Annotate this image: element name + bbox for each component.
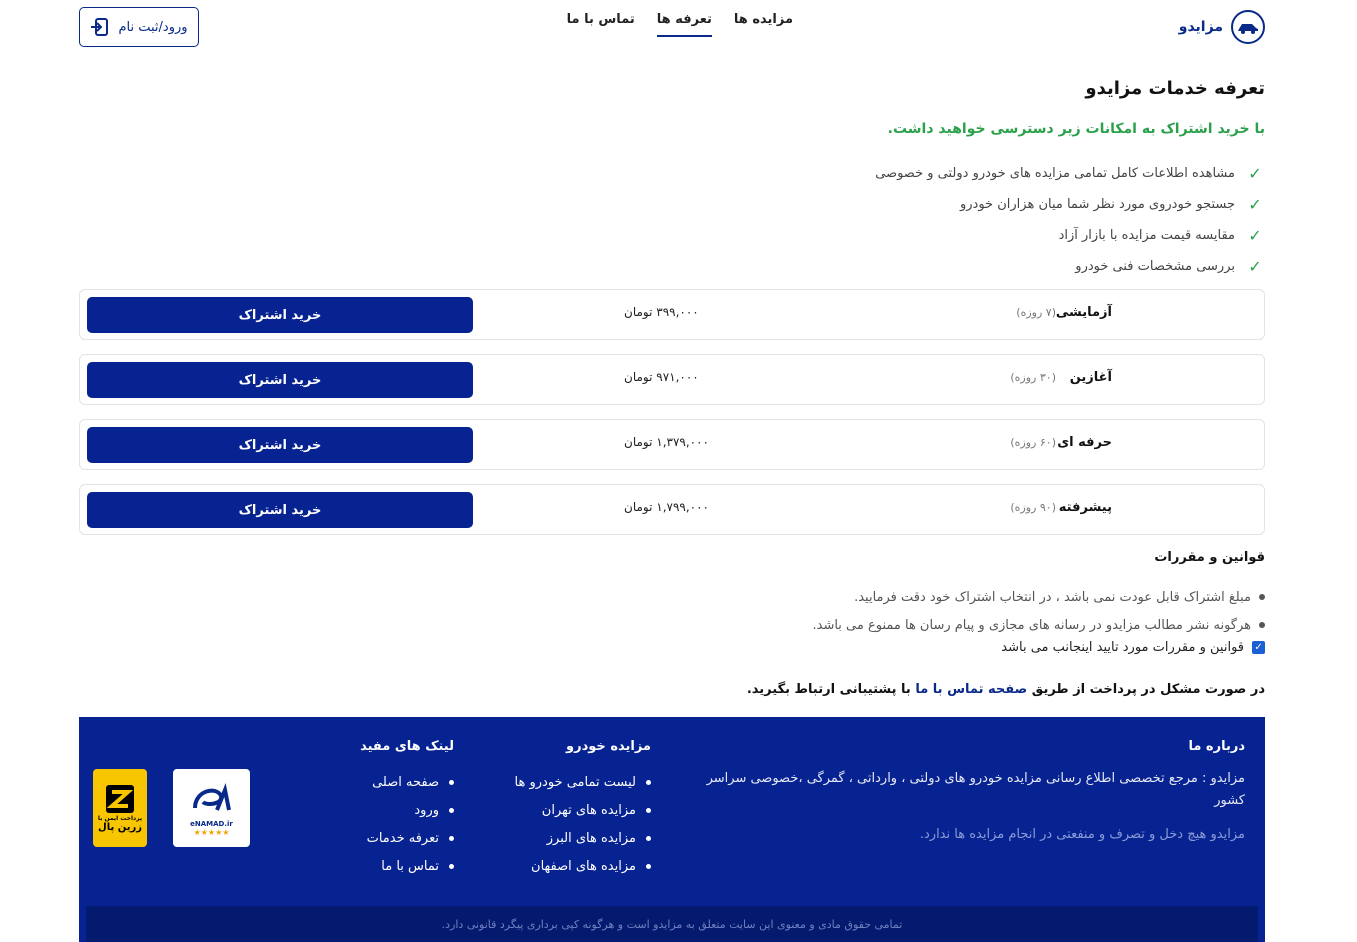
check-icon: ✓	[1248, 226, 1262, 245]
buy-subscription-button[interactable]: خرید اشتراک	[87, 492, 473, 528]
enamad-label: eNAMAD.ir	[190, 819, 233, 828]
plan-price: ۳۹۹,۰۰۰ تومان	[624, 305, 699, 319]
car-logo-icon	[1231, 10, 1265, 44]
nav-auctions[interactable]: مزایده ها	[734, 12, 793, 37]
check-icon: ✓	[1248, 164, 1262, 183]
plan-card: آزمایشی (۷ روزه) ۳۹۹,۰۰۰ تومان خرید اشتر…	[79, 289, 1265, 340]
plan-name: آزمایشی	[1055, 305, 1112, 320]
enamad-badge[interactable]: eNAMAD.ir ★★★★★	[173, 769, 250, 847]
footer-about-note: مزایدو هیچ دخل و تصرف و منفعتی در انجام …	[919, 827, 1245, 842]
copyright: تمامی حقوق مادی و معنوی این سایت متعلق ب…	[86, 906, 1258, 942]
plan-duration: (۹۰ روزه)	[1010, 501, 1056, 514]
site-footer: درباره ما مزایدو : مرجع تخصصی اطلاع رسان…	[79, 717, 1265, 942]
zarinpal-badge[interactable]: پرداخت ایمن با زرین پال	[93, 769, 147, 847]
buy-subscription-button[interactable]: خرید اشتراک	[87, 297, 473, 333]
page-subtitle: با خرید اشتراک به امکانات زیر دسترسی خوا…	[887, 121, 1265, 137]
footer-cars-title: مزایده خودرو	[566, 739, 651, 754]
bullet-icon	[449, 835, 454, 841]
bullet-icon	[646, 835, 651, 841]
login-label: ورود/ثبت نام	[118, 19, 188, 35]
nav-contact[interactable]: تماس با ما	[567, 12, 635, 37]
feature-list: ✓ مشاهده اطلاعات کامل تمامی مزایده های خو…	[875, 158, 1265, 282]
contact-page-link[interactable]: صفحه تماس با ما	[915, 682, 1027, 697]
plan-name: آغازین	[1069, 370, 1112, 385]
feature-item: ✓ جستجو خودروی مورد نظر شما میان هزاران خ…	[875, 189, 1265, 220]
plan-name: حرفه ای	[1057, 435, 1112, 450]
bullet-icon	[1259, 622, 1265, 628]
bullet-icon	[646, 863, 651, 869]
footer-links-title: لینک های مفید	[360, 739, 454, 754]
plan-card: پیشرفته (۹۰ روزه) ۱,۷۹۹,۰۰۰ تومان خرید ا…	[79, 484, 1265, 535]
brand-name: مزایدو	[1178, 19, 1223, 35]
footer-about-text: مزایدو : مرجع تخصصی اطلاع رسانی مزایده خ…	[706, 771, 1245, 808]
bullet-icon	[1259, 594, 1265, 600]
site-header: مزایدو مزایده ها تعرفه ها تماس با ما ورو…	[79, 0, 1265, 55]
footer-about: درباره ما مزایدو : مرجع تخصصی اطلاع رسان…	[705, 739, 1245, 846]
nav-tariffs[interactable]: تعرفه ها	[656, 12, 712, 37]
plan-duration: (۳۰ روزه)	[1010, 371, 1056, 384]
main-nav: مزایده ها تعرفه ها تماس با ما	[567, 12, 793, 37]
bullet-icon	[646, 807, 651, 813]
footer-link[interactable]: تعرفه خدمات	[360, 824, 454, 852]
buy-subscription-button[interactable]: خرید اشتراک	[87, 427, 473, 463]
bullet-icon	[449, 807, 454, 813]
enamad-stars-icon: ★★★★★	[193, 827, 230, 837]
check-icon: ✓	[1248, 195, 1262, 214]
brand[interactable]: مزایدو	[1179, 10, 1265, 44]
footer-link[interactable]: لیست تمامی خودرو ها	[515, 768, 651, 796]
plan-name: پیشرفته	[1058, 500, 1112, 515]
footer-link[interactable]: مزایده های تهران	[515, 796, 651, 824]
plan-duration: (۷ روزه)	[1016, 306, 1056, 319]
bullet-icon	[646, 779, 651, 785]
trust-badges: eNAMAD.ir ★★★★★ پرداخت ایمن با زرین پال	[93, 769, 250, 847]
zarinpal-logo-icon	[106, 785, 134, 813]
plan-price: ۱,۷۹۹,۰۰۰ تومان	[624, 500, 709, 514]
footer-link[interactable]: صفحه اصلی	[360, 768, 454, 796]
bullet-icon	[449, 779, 454, 785]
rules-list: مبلغ اشتراک قابل عودت نمی باشد ، در انتخ…	[812, 583, 1265, 639]
plan-price: ۹۷۱,۰۰۰ تومان	[624, 370, 699, 384]
support-note: در صورت مشکل در پرداخت از طریق صفحه تماس…	[746, 682, 1265, 697]
plan-price: ۱,۳۷۹,۰۰۰ تومان	[624, 435, 709, 449]
footer-link[interactable]: مزایده های اصفهان	[515, 852, 651, 880]
rules-title: قوانین و مقررات	[1154, 550, 1265, 565]
rule-item: هرگونه نشر مطالب مزایدو در رسانه های مجا…	[812, 611, 1265, 639]
footer-about-title: درباره ما	[1188, 739, 1245, 754]
bullet-icon	[449, 863, 454, 869]
footer-link[interactable]: مزایده های البرز	[515, 824, 651, 852]
footer-link[interactable]: ورود	[360, 796, 454, 824]
feature-item: ✓ بررسی مشخصات فنی خودرو	[875, 251, 1265, 282]
login-icon	[91, 18, 109, 36]
plan-card: حرفه ای (۶۰ روزه) ۱,۳۷۹,۰۰۰ تومان خرید ا…	[79, 419, 1265, 470]
plan-duration: (۶۰ روزه)	[1010, 436, 1056, 449]
rule-item: مبلغ اشتراک قابل عودت نمی باشد ، در انتخ…	[812, 583, 1265, 611]
footer-car-auctions: مزایده خودرو لیست تمامی خودرو ها مزایده …	[515, 739, 651, 880]
check-icon: ✓	[1248, 257, 1262, 276]
feature-item: ✓ مقایسه قیمت مزایده با بازار آزاد	[875, 220, 1265, 251]
plan-card: آغازین (۳۰ روزه) ۹۷۱,۰۰۰ تومان خرید اشتر…	[79, 354, 1265, 405]
enamad-logo-icon	[192, 782, 231, 811]
login-button[interactable]: ورود/ثبت نام	[79, 7, 199, 47]
page-title: تعرفه خدمات مزایدو	[1085, 78, 1265, 99]
feature-item: ✓ مشاهده اطلاعات کامل تمامی مزایده های خو…	[875, 158, 1265, 189]
footer-link[interactable]: تماس با ما	[360, 852, 454, 880]
accept-rules: ✓ قوانین و مقررات مورد تایید اینجانب می …	[1001, 640, 1265, 655]
footer-useful-links: لینک های مفید صفحه اصلی ورود تعرفه خدمات…	[360, 739, 454, 880]
buy-subscription-button[interactable]: خرید اشتراک	[87, 362, 473, 398]
accept-rules-label: قوانین و مقررات مورد تایید اینجانب می با…	[1001, 640, 1244, 655]
plan-list: آزمایشی (۷ روزه) ۳۹۹,۰۰۰ تومان خرید اشتر…	[79, 289, 1265, 549]
accept-rules-checkbox[interactable]: ✓	[1252, 641, 1265, 654]
